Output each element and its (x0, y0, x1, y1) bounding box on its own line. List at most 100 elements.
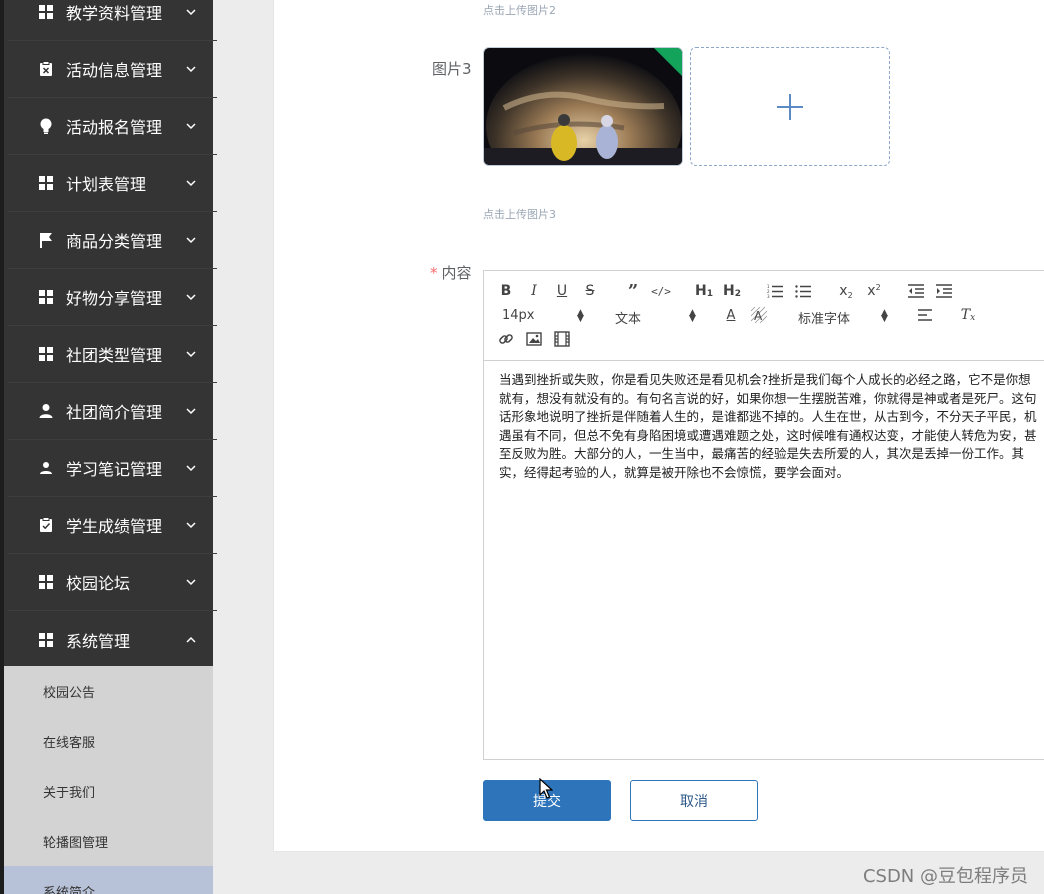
menu-item-study-notes[interactable]: 学习笔记管理 (8, 440, 217, 497)
text-style-select[interactable]: 文本 (615, 308, 641, 327)
required-mark: * (430, 264, 438, 282)
bulb-icon (38, 118, 54, 134)
blockquote-icon[interactable]: ” (622, 280, 644, 302)
menu-item-label: 学习笔记管理 (66, 460, 163, 479)
menu-item-schedule[interactable]: 计划表管理 (8, 155, 217, 212)
editor-content-line: 遇虽有不同，但总不免有身陷困境或遭遇难题之处，这时候唯有通权达变，才能使人转危为… (499, 427, 1037, 443)
chevron-down-icon (186, 294, 196, 301)
uploaded-image3-thumbnail[interactable] (483, 47, 683, 166)
plus-icon (777, 93, 803, 120)
user-icon (38, 460, 54, 476)
upload-hint-image3: 点击上传图片3 (483, 208, 556, 221)
menu-item-goods-share[interactable]: 好物分享管理 (8, 269, 217, 326)
menu-item-club-type[interactable]: 社团类型管理 (8, 326, 217, 383)
content-label: * 内容 (430, 262, 472, 283)
menu-item-label: 学生成绩管理 (66, 517, 163, 536)
menu-item-label: 商品分类管理 (66, 232, 163, 251)
submenu-item-carousel[interactable]: 轮播图管理 (4, 816, 213, 866)
link-icon[interactable] (495, 328, 517, 350)
underline-icon[interactable]: U (551, 280, 573, 302)
italic-icon[interactable]: I (523, 280, 545, 302)
clipboard-x-icon (38, 61, 54, 77)
bold-icon[interactable]: B (495, 280, 517, 302)
menu-item-goods-category[interactable]: 商品分类管理 (8, 212, 217, 269)
chevron-down-icon (186, 237, 196, 244)
menu-item-label: 社团类型管理 (66, 346, 163, 365)
submenu-item-about-us[interactable]: 关于我们 (4, 766, 213, 816)
heading1-icon[interactable]: H1 (693, 280, 715, 302)
select-arrows-icon: ▲ ▼ (577, 308, 584, 324)
menu-item-activity-signup[interactable]: 活动报名管理 (8, 98, 217, 155)
indent-icon[interactable] (933, 280, 955, 302)
chevron-down-icon (186, 351, 196, 358)
menu-item-label: 活动报名管理 (66, 118, 163, 137)
grid-icon (38, 289, 54, 305)
ordered-list-icon[interactable]: 123 (764, 280, 786, 302)
strikethrough-icon[interactable]: S (579, 280, 601, 302)
chevron-down-icon (186, 66, 196, 73)
menu-item-label: 计划表管理 (66, 175, 147, 194)
video-icon[interactable] (551, 328, 573, 350)
menu-item-teaching-materials[interactable]: 教学资料管理 (8, 0, 217, 41)
menu-item-label: 活动信息管理 (66, 61, 163, 80)
submenu-system-management: 校园公告 在线客服 关于我们 轮播图管理 系统简介 (4, 666, 213, 894)
chevron-down-icon (186, 9, 196, 16)
bullet-list-icon[interactable] (792, 280, 814, 302)
svg-text:A: A (754, 309, 763, 323)
background-color-icon[interactable]: A (748, 304, 770, 326)
image3-label: 图片3 (432, 60, 472, 78)
chevron-down-icon (186, 123, 196, 130)
editor-content-line: 就有，想没有就没有的。有句名言说的好，如果你想一生摆脱苦难，你就得是神或者是死尸… (499, 390, 1037, 406)
menu-item-label: 教学资料管理 (66, 4, 163, 23)
select-arrows-icon: ▲ ▼ (881, 308, 888, 324)
editor-content-line: 实，经得起考验的人，就算是被开除也不会惊慌，要学会面对。 (499, 464, 850, 480)
user-icon (38, 403, 54, 419)
editor-content-line: 话形象地说明了挫折是伴随着人生的，是谁都逃不掉的。人生在世，从古到今，不分天子平… (499, 409, 1037, 425)
grid-icon (38, 346, 54, 362)
rich-text-editor: B I U S ” </> H1 H2 123 x2 x2 14px ▲ ▼ 文本… (483, 270, 1044, 760)
submenu-item-system-intro[interactable]: 系统简介 (4, 866, 213, 894)
menu-item-student-grades[interactable]: 学生成绩管理 (8, 497, 217, 554)
content-label-text: 内容 (441, 264, 472, 282)
font-color-icon[interactable]: A (720, 304, 742, 326)
clipboard-check-icon (38, 517, 54, 533)
image-icon[interactable] (523, 328, 545, 350)
menu-item-label: 校园论坛 (66, 574, 131, 593)
subscript-icon[interactable]: x2 (835, 280, 857, 302)
menu-item-label: 系统管理 (66, 631, 131, 651)
svg-text:3: 3 (767, 294, 770, 298)
outdent-icon[interactable] (905, 280, 927, 302)
upload-hint-image2: 点击上传图片2 (483, 4, 556, 17)
submenu-item-online-service[interactable]: 在线客服 (4, 716, 213, 766)
editor-toolbar: B I U S ” </> H1 H2 123 x2 x2 14px ▲ ▼ 文本… (484, 271, 1044, 361)
submenu-item-campus-notice[interactable]: 校园公告 (4, 666, 213, 716)
watermark: CSDN @豆包程序员 (862, 866, 1028, 887)
flag-icon (38, 232, 54, 248)
code-block-icon[interactable]: </> (650, 280, 672, 302)
menu-item-activity-info[interactable]: 活动信息管理 (8, 41, 217, 98)
menu-item-campus-forum[interactable]: 校园论坛 (8, 554, 217, 611)
chevron-down-icon (186, 180, 196, 187)
grid-icon (38, 175, 54, 191)
chevron-down-icon (186, 579, 196, 586)
select-arrows-icon: ▲ ▼ (689, 308, 696, 324)
heading2-icon[interactable]: H2 (721, 280, 743, 302)
clear-format-icon[interactable]: Tx (957, 304, 979, 326)
menu-item-club-intro[interactable]: 社团简介管理 (8, 383, 217, 440)
editor-content-line: 当遇到挫折或失败，你是看见失败还是看见机会?挫折是我们每个人成长的必经之路，它不… (499, 372, 1031, 387)
superscript-icon[interactable]: x2 (863, 280, 885, 302)
editor-content[interactable]: 当遇到挫折或失败，你是看见失败还是看见机会?挫折是我们每个人成长的必经之路，它不… (499, 371, 1044, 483)
chevron-down-icon (186, 408, 196, 415)
grid-icon (38, 574, 54, 590)
cancel-button[interactable]: 取消 (630, 780, 758, 821)
upload-image-button[interactable] (690, 47, 890, 166)
align-icon[interactable] (914, 304, 936, 326)
font-size-select[interactable]: 14px (502, 308, 535, 323)
menu-item-label: 好物分享管理 (66, 289, 163, 308)
font-family-select[interactable]: 标准字体 (798, 308, 850, 327)
menu-item-system-management[interactable]: 系统管理 (8, 611, 217, 668)
mouse-cursor-icon (539, 778, 553, 799)
chevron-down-icon (186, 522, 196, 529)
grid-icon (38, 4, 54, 20)
editor-content-line: 至反败为胜。大部分的人，一生当中，最痛苦的经验是失去所爱的人，其次是丢掉一份工作… (499, 446, 1025, 462)
